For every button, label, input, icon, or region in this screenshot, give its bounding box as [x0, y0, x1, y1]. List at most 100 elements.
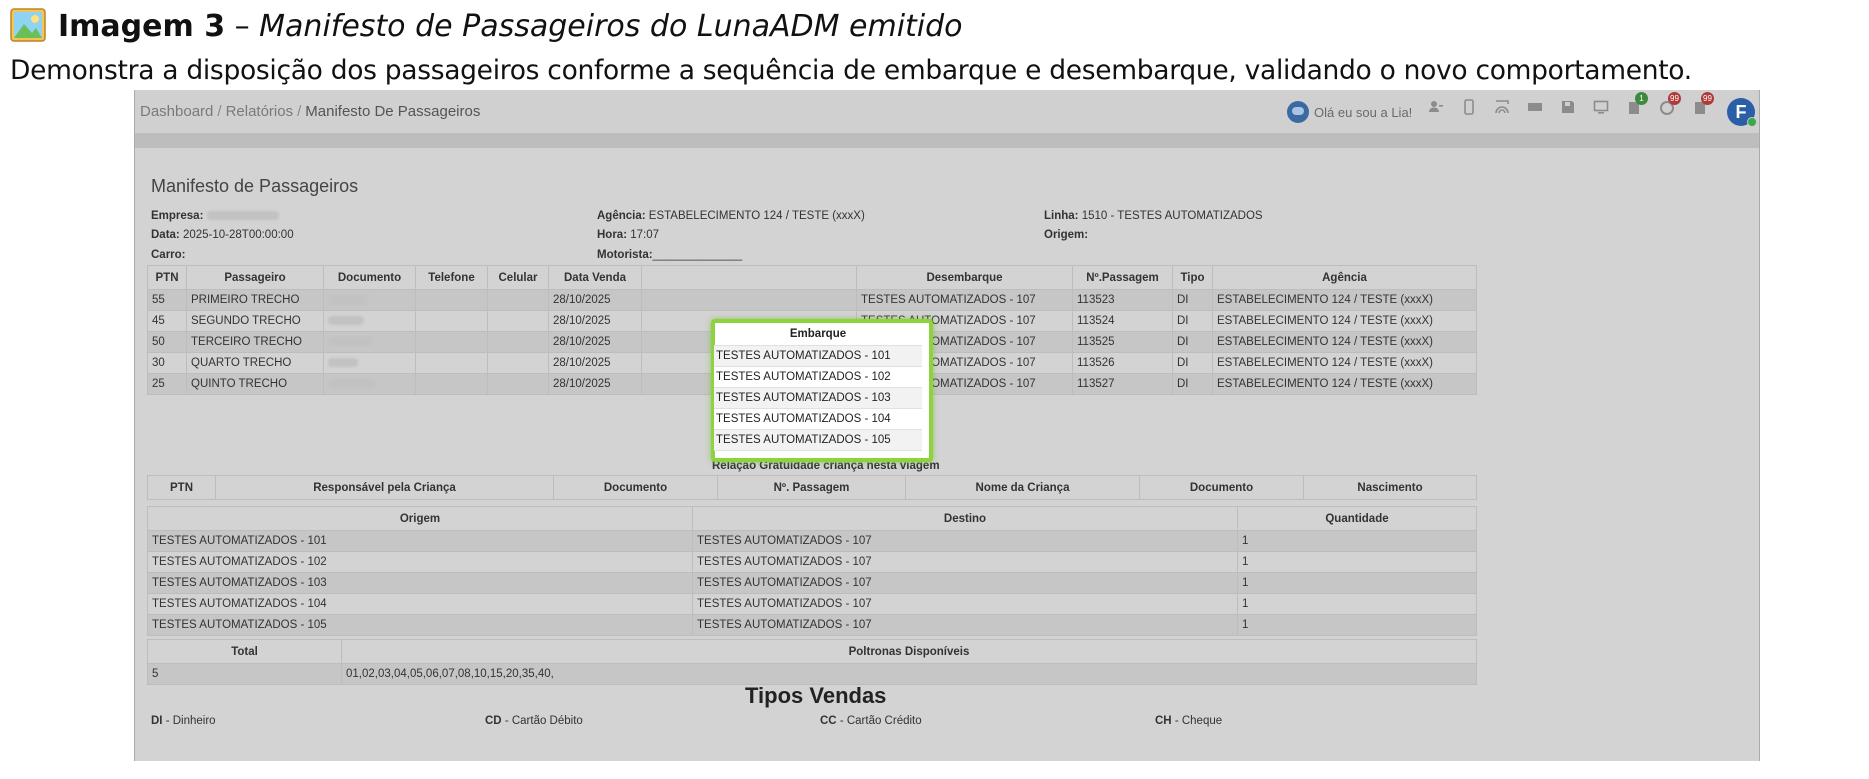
mobile-icon[interactable]: [1461, 99, 1477, 115]
cell-data-venda: 28/10/2025: [548, 331, 642, 353]
tipo-label: - Dinheiro: [162, 715, 216, 727]
user-icon[interactable]: [1428, 99, 1444, 115]
caption-label: Imagem 3: [58, 9, 226, 44]
cell-agencia: ESTABELECIMENTO 124 / TESTE (xxxX): [1212, 310, 1477, 332]
data-field: Data: 2025-10-28T00:00:00: [151, 229, 294, 241]
breadcrumb-current: Manifesto De Passageiros: [305, 103, 481, 120]
table-row: 5 01,02,03,04,05,06,07,08,10,15,20,35,40…: [147, 663, 1477, 685]
cell-passageiro: TERCEIRO TRECHO: [186, 331, 324, 353]
online-status-icon: [1747, 117, 1757, 127]
cell-destino: TESTES AUTOMATIZADOS - 107: [692, 572, 1238, 594]
cell-data-venda: 28/10/2025: [548, 289, 642, 311]
cell-quantidade: 1: [1237, 614, 1477, 636]
cell-desembarque: TESTES AUTOMATIZADOS - 107: [856, 289, 1073, 311]
gratuidade-table: PTN Responsável pela Criança Documento N…: [147, 475, 1477, 500]
figure-description: Demonstra a disposição dos passageiros c…: [10, 55, 1692, 86]
cell-origem: TESTES AUTOMATIZADOS - 104: [147, 593, 693, 615]
motorista-label: Motorista:: [597, 249, 653, 261]
cell-passageiro: QUINTO TRECHO: [186, 373, 324, 395]
cell-celular: [487, 289, 549, 311]
user-avatar[interactable]: F: [1727, 98, 1757, 127]
cell-passagem: 113524: [1072, 310, 1173, 332]
cell-agencia: ESTABELECIMENTO 124 / TESTE (xxxX): [1212, 373, 1477, 395]
cell-quantidade: 1: [1237, 551, 1477, 573]
cell-celular: [487, 310, 549, 332]
cell-embarque-placeholder: [641, 289, 857, 311]
col-origem: Origem: [147, 506, 693, 531]
manifest-panel: Manifesto de Passageiros Empresa: Data: …: [135, 148, 1759, 761]
linha-value: 1510 - TESTES AUTOMATIZADOS: [1081, 210, 1263, 222]
cell-origem: TESTES AUTOMATIZADOS - 102: [147, 551, 693, 573]
breadcrumb-dashboard[interactable]: Dashboard: [140, 103, 213, 120]
save-icon[interactable]: [1560, 99, 1576, 115]
cell-celular: [487, 373, 549, 395]
cell-destino: TESTES AUTOMATIZADOS - 107: [692, 614, 1238, 636]
table-row: 55 PRIMEIRO TRECHO 28/10/2025 TESTES AUT…: [147, 289, 1477, 311]
col-data-venda: Data Venda: [548, 265, 642, 290]
col-responsavel: Responsável pela Criança: [215, 475, 554, 500]
agencia-field: Agência: ESTABELECIMENTO 124 / TESTE (xx…: [597, 210, 865, 222]
cell-data-venda: 28/10/2025: [548, 373, 642, 395]
col-documento: Documento: [553, 475, 718, 500]
cell-origem: TESTES AUTOMATIZADOS - 103: [147, 572, 693, 594]
cell-tipo: DI: [1172, 331, 1213, 353]
cell-agencia: ESTABELECIMENTO 124 / TESTE (xxxX): [1212, 352, 1477, 374]
cell-ptn: 25: [147, 373, 187, 395]
cell-destino: TESTES AUTOMATIZADOS - 107: [692, 593, 1238, 615]
cell-tipo: DI: [1172, 373, 1213, 395]
agencia-label: Agência:: [597, 210, 646, 222]
tipo-cc: CC - Cartão Crédito: [820, 715, 922, 727]
tipo-code: DI: [151, 715, 163, 727]
toolbar-icons: 1 99 99: [1428, 92, 1725, 115]
notes-icon[interactable]: 99: [1692, 92, 1714, 115]
tipo-code: CH: [1155, 715, 1172, 727]
cell-ptn: 55: [147, 289, 187, 311]
embarque-column: Embarque TESTES AUTOMATIZADOS - 101 TEST…: [714, 322, 922, 451]
cell-tipo: DI: [1172, 352, 1213, 374]
ticket-icon[interactable]: [1527, 99, 1543, 115]
cell-passagem: 113527: [1072, 373, 1173, 395]
col-agencia: Agência: [1212, 265, 1477, 290]
agencia-value: ESTABELECIMENTO 124 / TESTE (xxxX): [648, 210, 865, 222]
table-header-row: PTN Passageiro Documento Telefone Celula…: [147, 265, 1477, 290]
breadcrumb-relatorios[interactable]: Relatórios: [226, 103, 294, 120]
carro-field: Carro:: [151, 249, 186, 261]
caption-dash: –: [225, 9, 260, 44]
tipo-cd: CD - Cartão Débito: [485, 715, 583, 727]
wifi-icon[interactable]: [1494, 99, 1510, 115]
col-embarque: Embarque: [714, 322, 922, 346]
cell-quantidade: 1: [1237, 593, 1477, 615]
col-embarque-placeholder: [641, 265, 857, 290]
cell-celular: [487, 331, 549, 353]
cell-agencia: ESTABELECIMENTO 124 / TESTE (xxxX): [1212, 289, 1477, 311]
avatar-letter: F: [1735, 102, 1747, 122]
cell-origem: TESTES AUTOMATIZADOS - 105: [147, 614, 693, 636]
cell-passageiro: PRIMEIRO TRECHO: [186, 289, 324, 311]
clipboard-icon[interactable]: 1: [1626, 92, 1648, 115]
linha-field: Linha: 1510 - TESTES AUTOMATIZADOS: [1044, 210, 1263, 222]
tipo-label: - Cartão Débito: [501, 715, 583, 727]
col-celular: Celular: [487, 265, 549, 290]
col-documento: Documento: [323, 265, 416, 290]
breadcrumb: Dashboard / Relatórios / Manifesto De Passag…: [140, 90, 480, 133]
col-tipo: Tipo: [1172, 265, 1213, 290]
cell-total: 5: [147, 663, 342, 685]
lia-assistant-button[interactable]: Olá eu sou a Lia!: [1287, 100, 1412, 124]
cell-embarque: TESTES AUTOMATIZADOS - 102: [714, 366, 922, 388]
monitor-icon[interactable]: [1593, 99, 1609, 115]
col-passageiro: Passageiro: [186, 265, 324, 290]
table-row: TESTES AUTOMATIZADOS - 104 TESTES AUTOMAT…: [147, 593, 1477, 615]
hora-value: 17:07: [630, 229, 660, 241]
col-passagem: Nº. Passagem: [717, 475, 906, 500]
refresh-icon[interactable]: 99: [1659, 92, 1681, 115]
tipos-vendas-title: Tipos Vendas: [745, 683, 887, 708]
notes-badge: 99: [1701, 92, 1714, 105]
data-label: Data:: [151, 229, 180, 241]
col-poltronas: Poltronas Disponíveis: [341, 639, 1477, 664]
cell-ptn: 45: [147, 310, 187, 332]
totals-table: Total Poltronas Disponíveis 5 01,02,03,0…: [147, 639, 1477, 685]
cell-destino: TESTES AUTOMATIZADOS - 107: [692, 551, 1238, 573]
origem-destino-table: Origem Destino Quantidade TESTES AUTOMAT…: [147, 506, 1477, 636]
figure-caption: Imagem 3 – Manifesto de Passageiros do L…: [10, 8, 1860, 46]
documento-redacted: [328, 379, 376, 389]
